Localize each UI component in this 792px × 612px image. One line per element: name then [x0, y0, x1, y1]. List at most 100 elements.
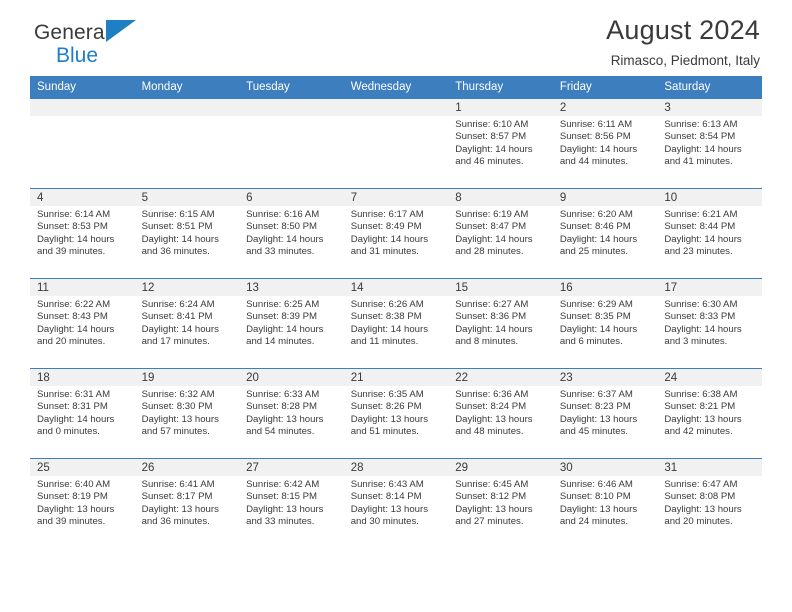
calendar-day-cell[interactable]: 31 Sunrise: 6:47 AM Sunset: 8:08 PM Dayligh… [657, 458, 762, 549]
calendar-day-cell[interactable]: 4 Sunrise: 6:14 AM Sunset: 8:53 PM Daylight… [30, 188, 135, 279]
calendar-day-cell[interactable]: 22 Sunrise: 6:36 AM Sunset: 8:24 PM Dayligh… [448, 368, 553, 459]
calendar-day-cell[interactable]: 12 Sunrise: 6:24 AM Sunset: 8:41 PM Dayligh… [134, 278, 240, 369]
daylight-duration-line1: Daylight: 13 hours [664, 503, 742, 515]
sunset-time: Sunset: 8:51 PM [141, 221, 213, 233]
daylight-duration-line2: and 23 minutes. [664, 246, 733, 258]
day-details: Sunrise: 6:14 AM Sunset: 8:53 PM Daylight:… [30, 206, 135, 259]
daylight-duration-line1: Daylight: 13 hours [350, 503, 429, 515]
calendar-day-cell[interactable]: 11 Sunrise: 6:22 AM Sunset: 8:43 PM Dayligh… [30, 278, 135, 369]
daylight-duration-line1: Daylight: 14 hours [141, 323, 219, 335]
day-details: Sunrise: 6:47 AM Sunset: 8:08 PM Daylight:… [657, 476, 762, 529]
sunrise-time: Sunrise: 6:19 AM [455, 209, 529, 220]
calendar-day-cell[interactable]: 16 Sunrise: 6:29 AM Sunset: 8:35 PM Dayligh… [552, 278, 658, 369]
weekday-header-saturday: Saturday [657, 76, 762, 99]
daylight-duration-line2: and 57 minutes. [141, 426, 210, 438]
daylight-duration-line1: Daylight: 14 hours [246, 323, 324, 335]
day-details: Sunrise: 6:25 AM Sunset: 8:39 PM Daylight:… [239, 296, 344, 349]
daylight-duration-line1: Daylight: 13 hours [37, 503, 115, 515]
day-number: 20 [239, 369, 344, 386]
calendar-day-cell[interactable]: 14 Sunrise: 6:26 AM Sunset: 8:38 PM Dayligh… [343, 278, 449, 369]
sunrise-time: Sunrise: 6:14 AM [37, 209, 111, 220]
calendar-day-cell[interactable]: 29 Sunrise: 6:45 AM Sunset: 8:12 PM Dayligh… [448, 458, 553, 549]
day-details: Sunrise: 6:21 AM Sunset: 8:44 PM Daylight:… [657, 206, 762, 259]
day-details: Sunrise: 6:37 AM Sunset: 8:23 PM Daylight:… [553, 386, 658, 439]
sunset-time: Sunset: 8:43 PM [37, 311, 108, 323]
day-number [134, 99, 240, 116]
brand-name-top: General [34, 21, 110, 44]
calendar-day-cell[interactable]: 26 Sunrise: 6:41 AM Sunset: 8:17 PM Dayligh… [134, 458, 240, 549]
sunset-time: Sunset: 8:28 PM [246, 401, 318, 413]
calendar-day-cell[interactable]: 1 Sunrise: 6:10 AM Sunset: 8:57 PM Daylight… [448, 98, 553, 189]
daylight-duration-line1: Daylight: 13 hours [455, 503, 533, 515]
sunrise-time: Sunrise: 6:36 AM [455, 389, 529, 400]
weekday-header-sunday: Sunday [30, 76, 135, 99]
daylight-duration-line1: Daylight: 13 hours [246, 503, 324, 515]
day-details: Sunrise: 6:22 AM Sunset: 8:43 PM Daylight:… [30, 296, 135, 349]
calendar-day-cell[interactable]: 8 Sunrise: 6:19 AM Sunset: 8:47 PM Daylight… [448, 188, 553, 279]
calendar-table: Sunday Monday Tuesday Wednesday Thursday… [30, 76, 762, 549]
daylight-duration-line1: Daylight: 13 hours [664, 413, 742, 425]
sunset-time: Sunset: 8:30 PM [141, 401, 213, 413]
calendar-day-cell[interactable]: 6 Sunrise: 6:16 AM Sunset: 8:50 PM Daylight… [239, 188, 344, 279]
day-details: Sunrise: 6:11 AM Sunset: 8:56 PM Daylight:… [553, 116, 658, 169]
day-details: Sunrise: 6:20 AM Sunset: 8:46 PM Daylight:… [553, 206, 658, 259]
calendar-day-cell[interactable]: 30 Sunrise: 6:46 AM Sunset: 8:10 PM Dayligh… [552, 458, 658, 549]
day-number: 24 [657, 369, 762, 386]
day-details: Sunrise: 6:33 AM Sunset: 8:28 PM Daylight:… [239, 386, 344, 439]
calendar-week-row: 25 Sunrise: 6:40 AM Sunset: 8:19 PM Dayligh… [30, 458, 762, 549]
sunrise-time: Sunrise: 6:27 AM [455, 299, 529, 310]
daylight-duration-line1: Daylight: 13 hours [455, 413, 533, 425]
sunset-time: Sunset: 8:23 PM [559, 401, 631, 413]
calendar-day-cell[interactable]: 7 Sunrise: 6:17 AM Sunset: 8:49 PM Daylight… [343, 188, 449, 279]
sunrise-time: Sunrise: 6:47 AM [664, 479, 738, 490]
calendar-day-cell[interactable]: 24 Sunrise: 6:38 AM Sunset: 8:21 PM Dayligh… [657, 368, 762, 459]
calendar-day-cell[interactable]: 13 Sunrise: 6:25 AM Sunset: 8:39 PM Dayligh… [239, 278, 344, 369]
weekday-header-friday: Friday [552, 76, 658, 99]
calendar-day-cell[interactable]: 18 Sunrise: 6:31 AM Sunset: 8:31 PM Dayligh… [30, 368, 135, 459]
calendar-day-cell[interactable]: 5 Sunrise: 6:15 AM Sunset: 8:51 PM Daylight… [134, 188, 240, 279]
sunset-time: Sunset: 8:19 PM [37, 491, 108, 503]
daylight-duration-line1: Daylight: 14 hours [559, 233, 638, 245]
daylight-duration-line2: and 46 minutes. [455, 156, 524, 168]
daylight-duration-line1: Daylight: 14 hours [559, 323, 638, 335]
sunset-time: Sunset: 8:24 PM [455, 401, 527, 413]
brand-logo[interactable]: General Blue [34, 20, 154, 74]
calendar-day-cell[interactable]: 2 Sunrise: 6:11 AM Sunset: 8:56 PM Daylight… [552, 98, 658, 189]
weekday-header-tuesday: Tuesday [239, 76, 344, 99]
daylight-duration-line1: Daylight: 14 hours [455, 233, 533, 245]
day-number: 1 [448, 99, 553, 116]
calendar-day-cell[interactable]: 23 Sunrise: 6:37 AM Sunset: 8:23 PM Dayligh… [552, 368, 658, 459]
daylight-duration-line1: Daylight: 13 hours [246, 413, 324, 425]
page-header: General Blue August 2024 Rimasco, Piedmo… [30, 0, 762, 74]
calendar-day-cell[interactable]: 27 Sunrise: 6:42 AM Sunset: 8:15 PM Dayligh… [239, 458, 344, 549]
day-details: Sunrise: 6:13 AM Sunset: 8:54 PM Daylight:… [657, 116, 762, 169]
calendar-day-cell[interactable]: 21 Sunrise: 6:35 AM Sunset: 8:26 PM Dayligh… [343, 368, 449, 459]
calendar-day-cell[interactable]: 3 Sunrise: 6:13 AM Sunset: 8:54 PM Daylight… [657, 98, 762, 189]
calendar-body: 1 Sunrise: 6:10 AM Sunset: 8:57 PM Daylight… [30, 98, 762, 549]
day-number: 19 [134, 369, 240, 386]
sunrise-time: Sunrise: 6:45 AM [455, 479, 529, 490]
daylight-duration-line2: and 36 minutes. [141, 246, 210, 258]
daylight-duration-line1: Daylight: 14 hours [455, 323, 533, 335]
sunrise-time: Sunrise: 6:11 AM [559, 119, 633, 130]
day-details: Sunrise: 6:41 AM Sunset: 8:17 PM Daylight:… [135, 476, 240, 529]
day-number: 12 [134, 279, 240, 296]
day-details: Sunrise: 6:32 AM Sunset: 8:30 PM Daylight:… [135, 386, 240, 439]
calendar-day-cell[interactable]: 19 Sunrise: 6:32 AM Sunset: 8:30 PM Dayligh… [134, 368, 240, 459]
sunset-time: Sunset: 8:54 PM [664, 131, 736, 143]
day-number: 6 [239, 189, 344, 206]
daylight-duration-line2: and 44 minutes. [559, 156, 629, 168]
daylight-duration-line2: and 20 minutes. [664, 516, 733, 528]
calendar-day-cell[interactable]: 28 Sunrise: 6:43 AM Sunset: 8:14 PM Dayligh… [343, 458, 449, 549]
brand-name-bottom: Blue [56, 44, 99, 67]
calendar-day-cell[interactable]: 10 Sunrise: 6:21 AM Sunset: 8:44 PM Dayligh… [657, 188, 762, 279]
calendar-day-cell[interactable]: 9 Sunrise: 6:20 AM Sunset: 8:46 PM Daylight… [552, 188, 658, 279]
day-details: Sunrise: 6:31 AM Sunset: 8:31 PM Daylight:… [30, 386, 135, 439]
sunset-time: Sunset: 8:35 PM [559, 311, 631, 323]
calendar-day-cell[interactable]: 17 Sunrise: 6:30 AM Sunset: 8:33 PM Dayligh… [657, 278, 762, 369]
calendar-day-cell[interactable]: 20 Sunrise: 6:33 AM Sunset: 8:28 PM Dayligh… [239, 368, 344, 459]
calendar-day-cell[interactable]: 25 Sunrise: 6:40 AM Sunset: 8:19 PM Dayligh… [30, 458, 135, 549]
sunset-time: Sunset: 8:15 PM [246, 491, 318, 503]
sunrise-time: Sunrise: 6:16 AM [246, 209, 320, 220]
calendar-day-cell[interactable]: 15 Sunrise: 6:27 AM Sunset: 8:36 PM Dayligh… [448, 278, 553, 369]
